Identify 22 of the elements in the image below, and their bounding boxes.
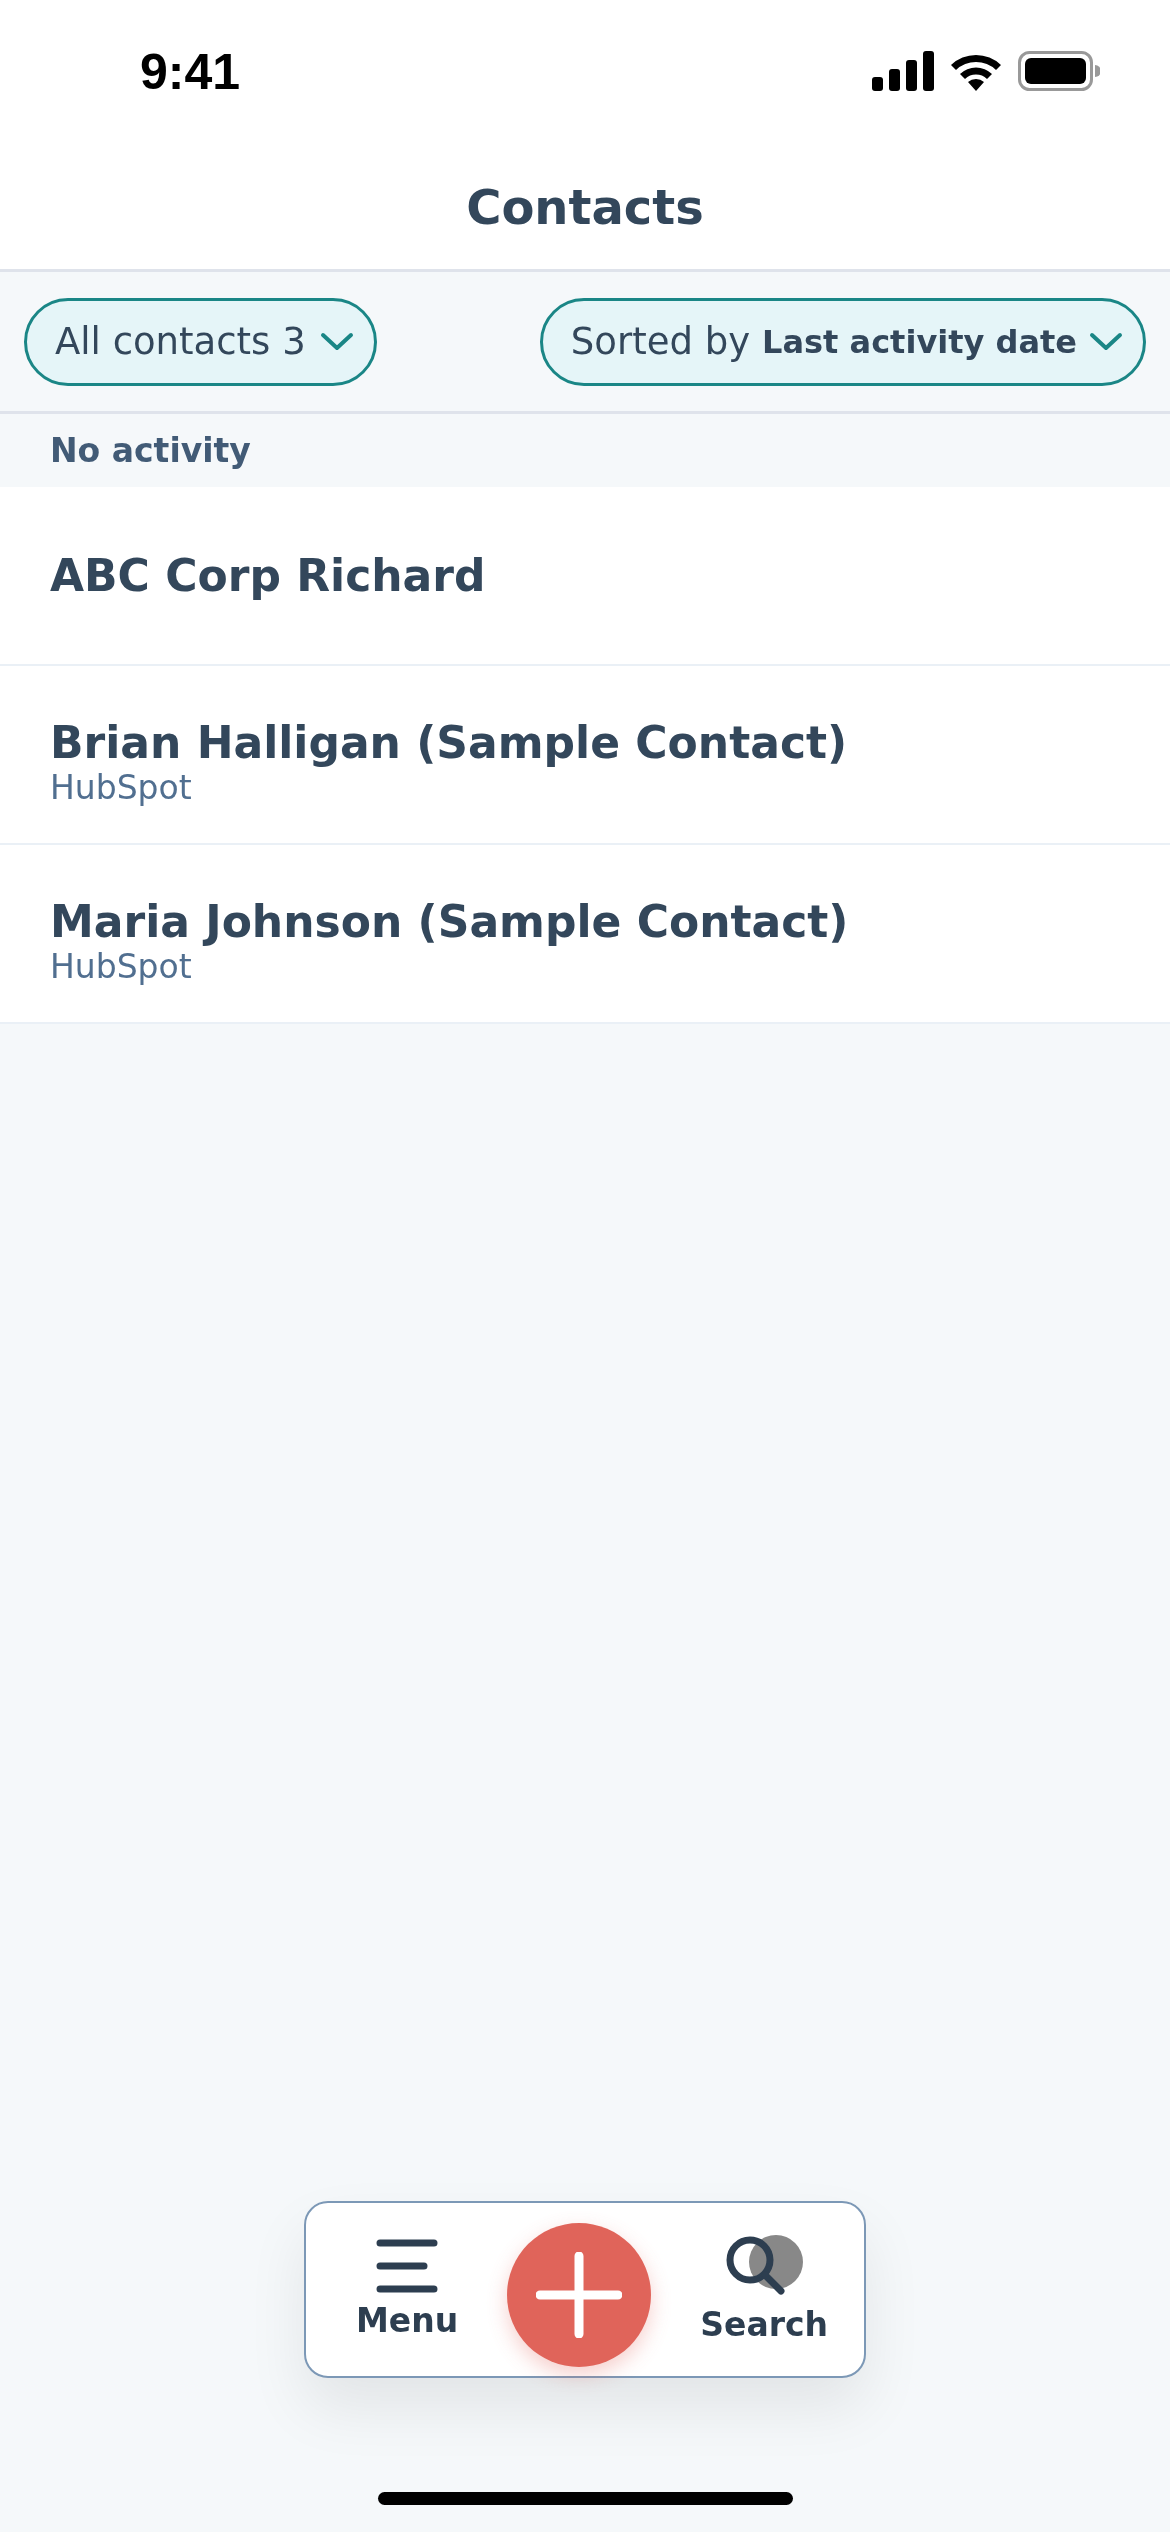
chevron-down-icon xyxy=(319,331,354,352)
chevron-down-icon xyxy=(1089,331,1123,352)
battery-icon xyxy=(1018,51,1100,91)
search-icon xyxy=(724,2235,805,2297)
plus-icon xyxy=(536,2251,623,2338)
contact-row[interactable]: ABC Corp Richard xyxy=(0,487,1170,666)
section-header: No activity xyxy=(50,431,251,470)
contact-company: HubSpot xyxy=(50,767,193,807)
filter-dropdown[interactable]: All contacts 3 xyxy=(24,297,377,386)
menu-icon xyxy=(376,2239,439,2293)
contact-name: ABC Corp Richard xyxy=(50,550,487,601)
contact-name: Brian Halligan (Sample Contact) xyxy=(50,716,849,768)
menu-button[interactable]: Menu xyxy=(356,2239,459,2340)
contact-name: Maria Johnson (Sample Contact) xyxy=(50,895,850,947)
contact-row[interactable]: Brian Halligan (Sample Contact) HubSpot xyxy=(0,666,1170,845)
contact-company: HubSpot xyxy=(50,946,193,986)
search-button[interactable]: Search xyxy=(700,2235,828,2344)
status-time: 9:41 xyxy=(140,43,241,102)
sort-dropdown[interactable]: Sorted by Last activity date xyxy=(539,297,1146,386)
screen-title: Contacts xyxy=(466,178,704,235)
contact-row[interactable]: Maria Johnson (Sample Contact) HubSpot xyxy=(0,845,1170,1024)
signal-icon xyxy=(872,51,934,91)
